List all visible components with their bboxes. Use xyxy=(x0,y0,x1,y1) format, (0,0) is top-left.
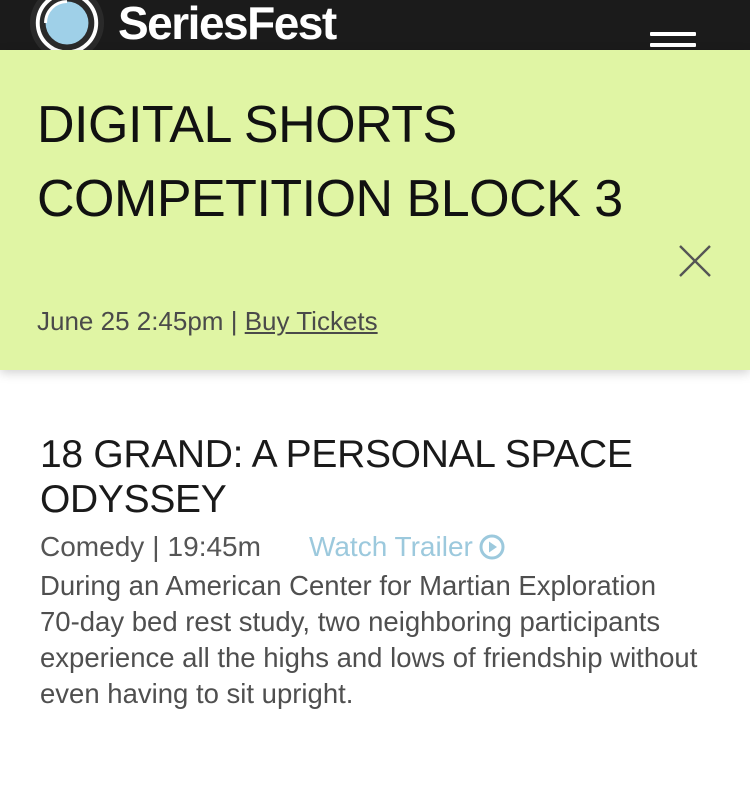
film-description: During an American Center for Martian Ex… xyxy=(40,570,698,709)
watch-trailer-link[interactable]: Watch Trailer xyxy=(309,526,505,568)
close-icon[interactable] xyxy=(676,242,714,280)
event-title: DIGITAL SHORTS COMPETITION BLOCK 3 xyxy=(37,96,623,228)
film-duration: 19:45m xyxy=(167,531,261,562)
watch-trailer-label: Watch Trailer xyxy=(308,531,473,562)
seriesfest-logo-icon[interactable] xyxy=(28,0,106,50)
meta-separator: | xyxy=(152,531,160,562)
hamburger-menu-icon[interactable] xyxy=(650,30,696,50)
top-navigation-bar: SeriesFest xyxy=(0,0,750,50)
event-meta: June 25 2:45pm | Buy Tickets xyxy=(37,303,378,339)
play-circle-icon xyxy=(479,534,505,560)
buy-tickets-link[interactable]: Buy Tickets xyxy=(245,306,378,336)
film-entry: 18 GRAND: A PERSONAL SPACE ODYSSEY Comed… xyxy=(40,432,720,712)
event-header-panel: DIGITAL SHORTS COMPETITION BLOCK 3 June … xyxy=(0,50,750,370)
brand-name[interactable]: SeriesFest xyxy=(118,0,337,49)
film-meta: Comedy | 19:45m Watch Trailer xyxy=(40,526,720,568)
film-title: 18 GRAND: A PERSONAL SPACE ODYSSEY xyxy=(40,433,633,521)
meta-separator: | xyxy=(230,306,238,336)
event-datetime: June 25 2:45pm xyxy=(37,306,224,336)
film-genre: Comedy xyxy=(40,531,145,562)
